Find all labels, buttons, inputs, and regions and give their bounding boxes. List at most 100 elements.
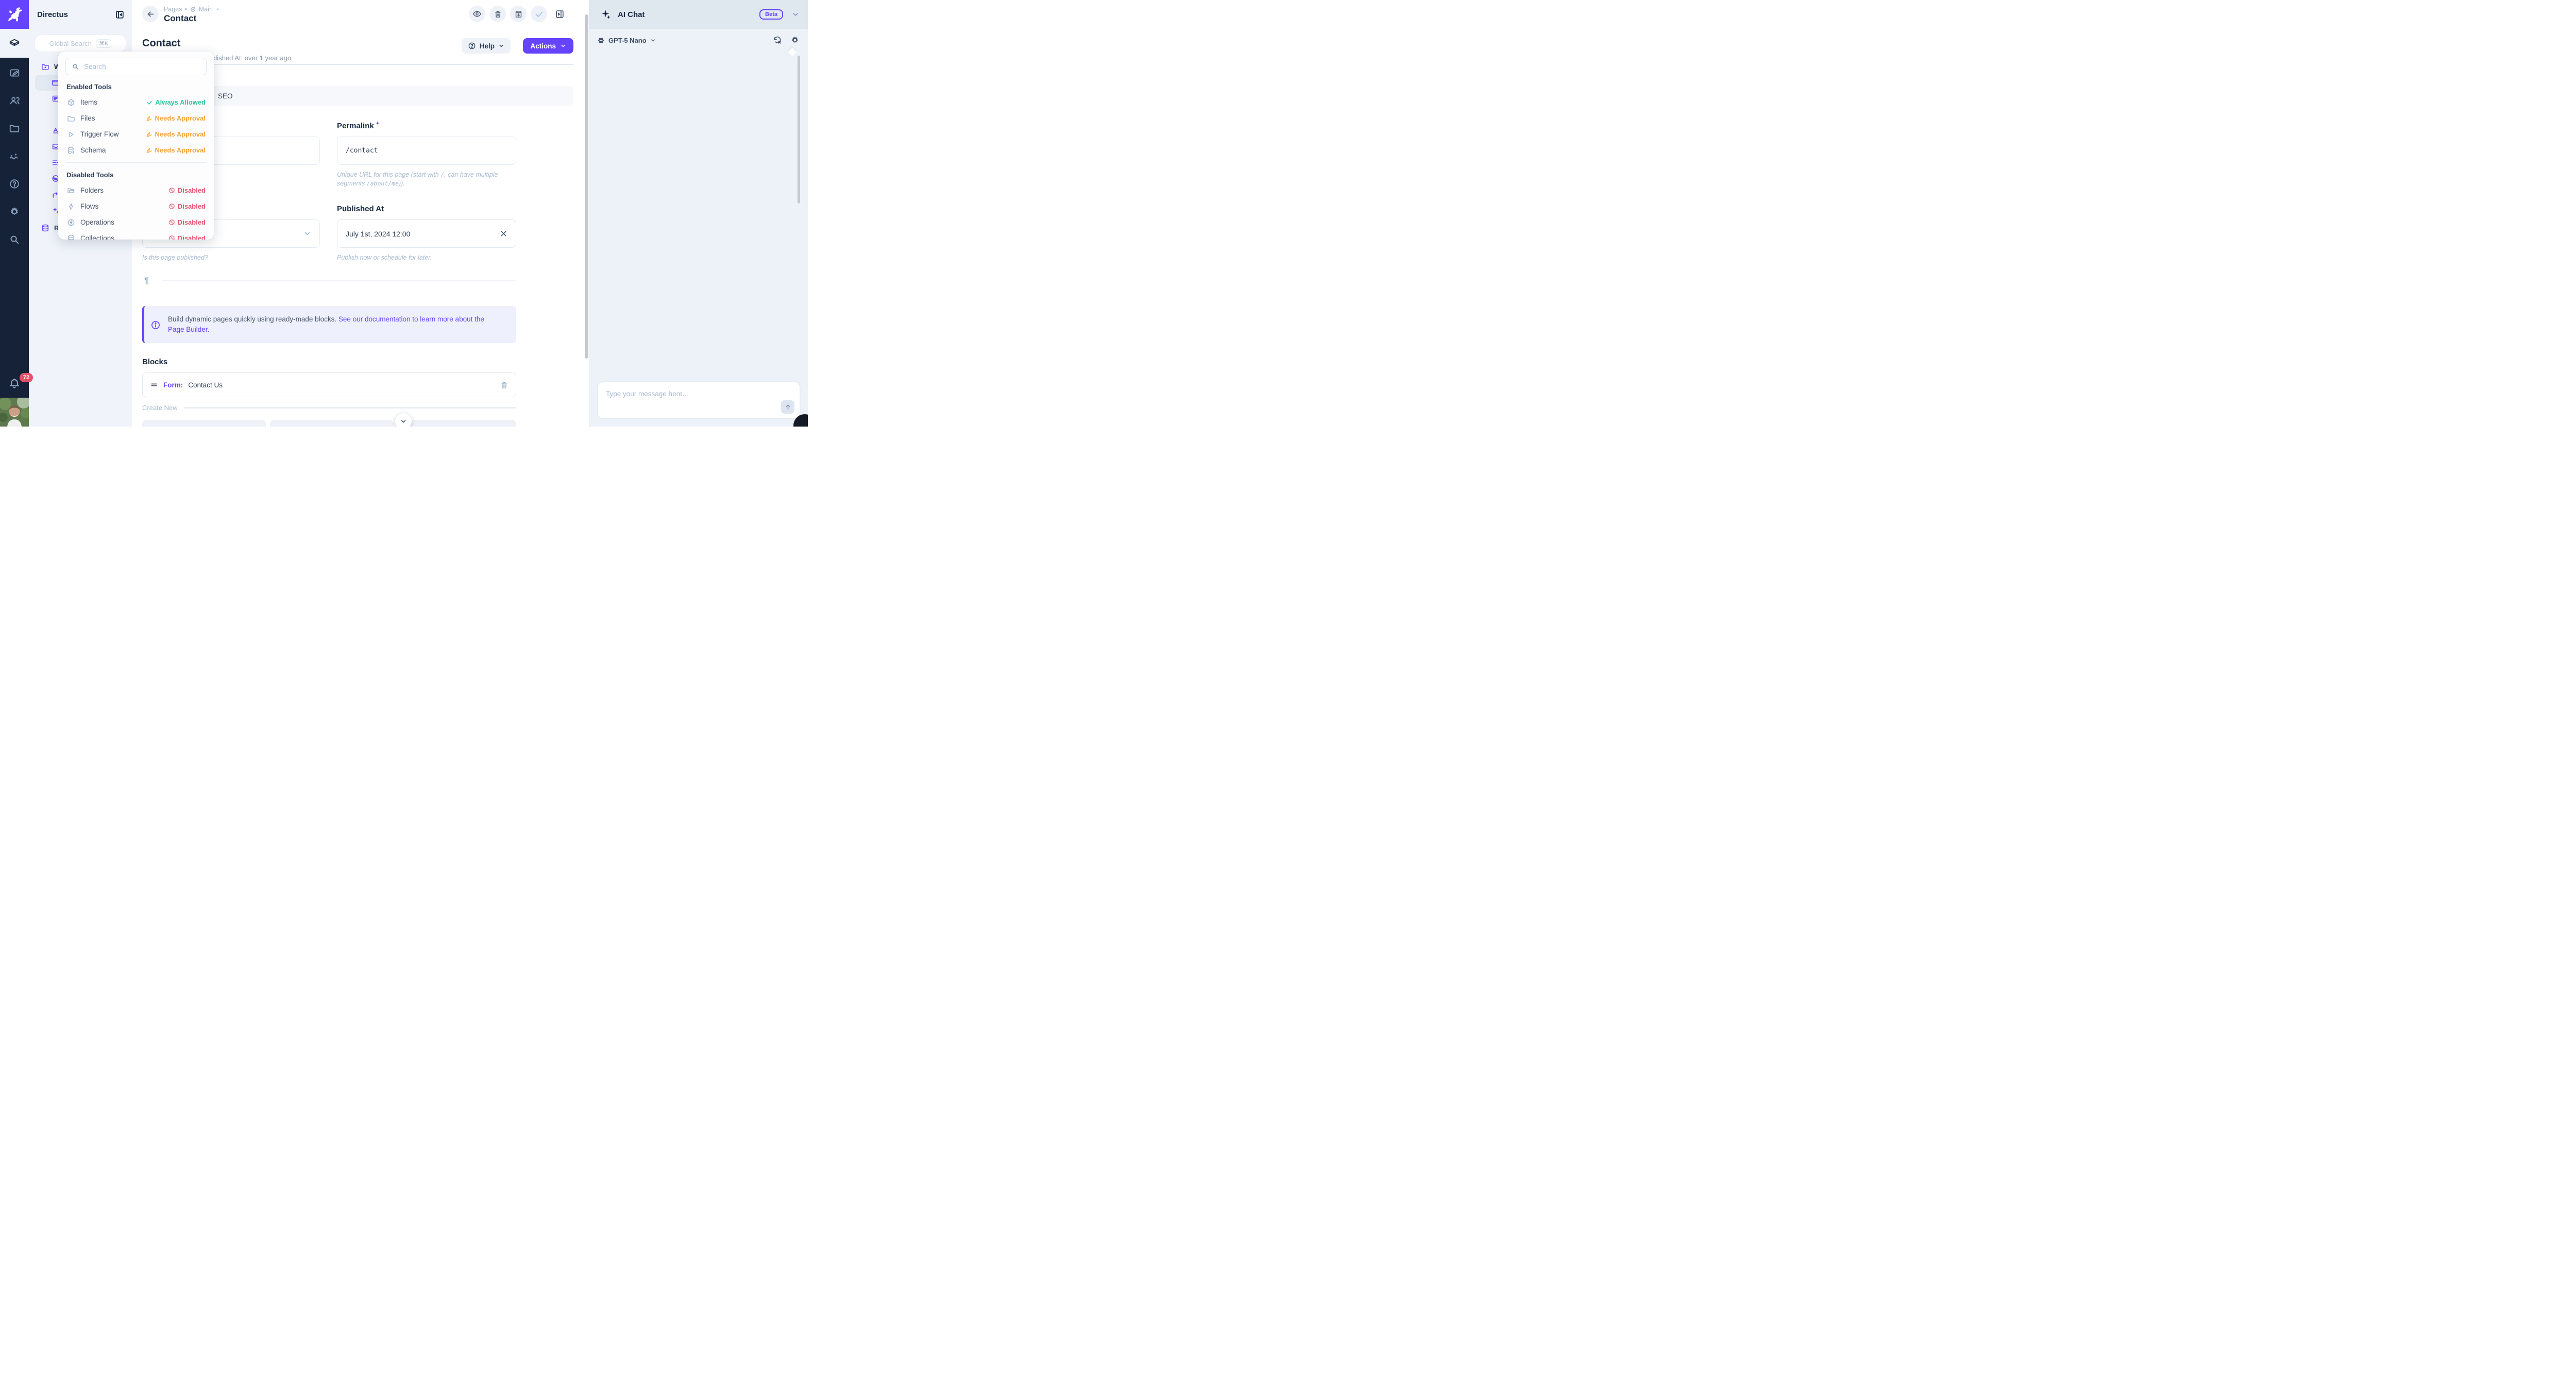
block-title[interactable]: Contact Us	[188, 381, 223, 389]
database-icon	[66, 234, 75, 240]
field-permalink: Permalink Unique URL for this page (star…	[337, 121, 516, 188]
preview-button[interactable]	[469, 6, 485, 22]
tool-row-operations[interactable]: Operations Disabled	[65, 214, 207, 230]
model-selector[interactable]: GPT-5 Nano	[608, 37, 647, 44]
actions-button[interactable]: Actions	[523, 38, 573, 54]
rabbit-logo-icon	[6, 6, 23, 23]
enabled-tools-heading: Enabled Tools	[66, 83, 206, 91]
page-title: Contact	[164, 13, 196, 24]
global-search-input[interactable]: Global Search ⌘K	[35, 35, 126, 52]
search-icon	[9, 234, 20, 245]
check-icon	[534, 9, 544, 19]
ai-chat-header: AI Chat Beta	[589, 0, 808, 29]
archive-icon	[514, 10, 523, 19]
block-delete-icon[interactable]	[500, 381, 509, 389]
schema-icon	[66, 146, 75, 155]
chevron-down-icon	[560, 43, 566, 49]
module-content[interactable]	[0, 29, 29, 58]
approval-icon	[146, 131, 152, 138]
module-settings[interactable]	[0, 198, 29, 226]
header-actions	[469, 6, 568, 22]
approval-icon	[146, 147, 152, 154]
tools-search-input[interactable]	[65, 58, 207, 75]
required-star-icon	[376, 121, 380, 125]
tool-row-collections[interactable]: Collections Disabled	[65, 230, 207, 240]
popup-scrollbar-thumb[interactable]	[798, 56, 800, 203]
tool-row-items[interactable]: Items Always Allowed	[65, 94, 207, 110]
pilcrow-icon: ¶	[144, 276, 149, 286]
main-scrollbar-thumb[interactable]	[585, 14, 588, 359]
notification-count-badge: 72	[20, 373, 33, 382]
tool-status-approval: Needs Approval	[146, 146, 206, 154]
banner-text: Build dynamic pages quickly using ready-…	[168, 314, 498, 335]
info-icon	[150, 320, 161, 330]
new-block-option[interactable]	[270, 420, 394, 427]
new-block-option[interactable]	[399, 420, 516, 427]
chevron-down-icon	[498, 43, 504, 49]
blocked-icon	[168, 219, 175, 226]
back-button[interactable]	[142, 6, 159, 22]
help-icon	[468, 42, 476, 50]
breadcrumb-collection[interactable]: Pages	[164, 6, 182, 13]
tool-row-flows[interactable]: Flows Disabled	[65, 198, 207, 214]
tool-row-files[interactable]: Files Needs Approval	[65, 110, 207, 126]
module-files[interactable]	[0, 114, 29, 142]
caret-down-icon[interactable]	[215, 7, 221, 12]
global-search-placeholder: Global Search	[49, 40, 92, 47]
drag-handle-icon[interactable]	[150, 381, 158, 389]
trash-icon	[494, 10, 502, 19]
clear-icon[interactable]	[500, 230, 507, 237]
new-block-option[interactable]	[142, 420, 266, 427]
nav-header: Directus	[29, 0, 132, 29]
permalink-input-field[interactable]	[346, 147, 507, 155]
tool-row-schema[interactable]: Schema Needs Approval	[65, 142, 207, 158]
module-insights[interactable]	[0, 142, 29, 170]
folder-star-icon	[41, 62, 49, 71]
tool-status-approval: Needs Approval	[146, 130, 206, 138]
ai-chat-title: AI Chat	[618, 10, 753, 19]
save-button[interactable]	[531, 6, 547, 22]
module-search[interactable]	[0, 226, 29, 253]
tool-row-trigger-flow[interactable]: Trigger Flow Needs Approval	[65, 126, 207, 142]
breadcrumb-version[interactable]: Main	[199, 6, 213, 13]
module-users[interactable]	[0, 87, 29, 114]
bolt-circle-icon	[66, 218, 75, 227]
tool-status-disabled: Disabled	[168, 202, 206, 210]
ai-settings-gear-icon[interactable]	[790, 36, 800, 45]
arrow-left-icon	[146, 10, 155, 19]
help-button[interactable]: Help	[462, 38, 511, 54]
module-help[interactable]	[0, 170, 29, 198]
chat-message-input[interactable]: Type your message here...	[598, 382, 800, 418]
tools-search-field[interactable]	[84, 63, 200, 71]
scroll-down-button[interactable]	[395, 413, 412, 427]
ai-chat-panel: AI Chat Beta GPT-5 Nano	[589, 0, 808, 427]
user-avatar[interactable]	[0, 398, 29, 427]
chevron-down-icon[interactable]	[303, 230, 311, 237]
permalink-input[interactable]	[337, 137, 516, 165]
notifications-button[interactable]: 72	[0, 369, 29, 398]
clear-history-icon[interactable]	[773, 36, 782, 45]
breadcrumb: Pages • Main	[164, 6, 221, 13]
collapse-sidebar-icon[interactable]	[115, 10, 125, 20]
chevron-down-icon[interactable]	[791, 10, 800, 19]
field-label: Published At	[337, 205, 516, 213]
block-row[interactable]: Form: Contact Us	[142, 372, 516, 397]
module-editor[interactable]	[0, 59, 29, 87]
tool-row-folders[interactable]: Folders Disabled	[65, 182, 207, 198]
send-message-button[interactable]	[781, 400, 794, 414]
delete-button[interactable]	[489, 6, 506, 22]
block-type-label[interactable]: Form:	[163, 381, 183, 389]
project-name: Directus	[37, 10, 115, 19]
field-label: Permalink	[337, 121, 516, 130]
published-at-input[interactable]: July 1st, 2024 12:00	[337, 219, 516, 248]
chevron-down-icon[interactable]	[650, 38, 656, 43]
archive-button[interactable]	[510, 6, 527, 22]
create-new-label[interactable]: Create New	[142, 404, 178, 412]
field-note: Is this page published?	[142, 253, 320, 262]
create-new-row: Create New	[142, 404, 516, 412]
tool-status-allowed: Always Allowed	[146, 98, 206, 106]
sidebar-right-icon	[555, 9, 565, 19]
directus-logo[interactable]	[0, 0, 29, 29]
arrow-up-icon	[784, 403, 792, 411]
toggle-right-sidebar-button[interactable]	[551, 6, 568, 22]
